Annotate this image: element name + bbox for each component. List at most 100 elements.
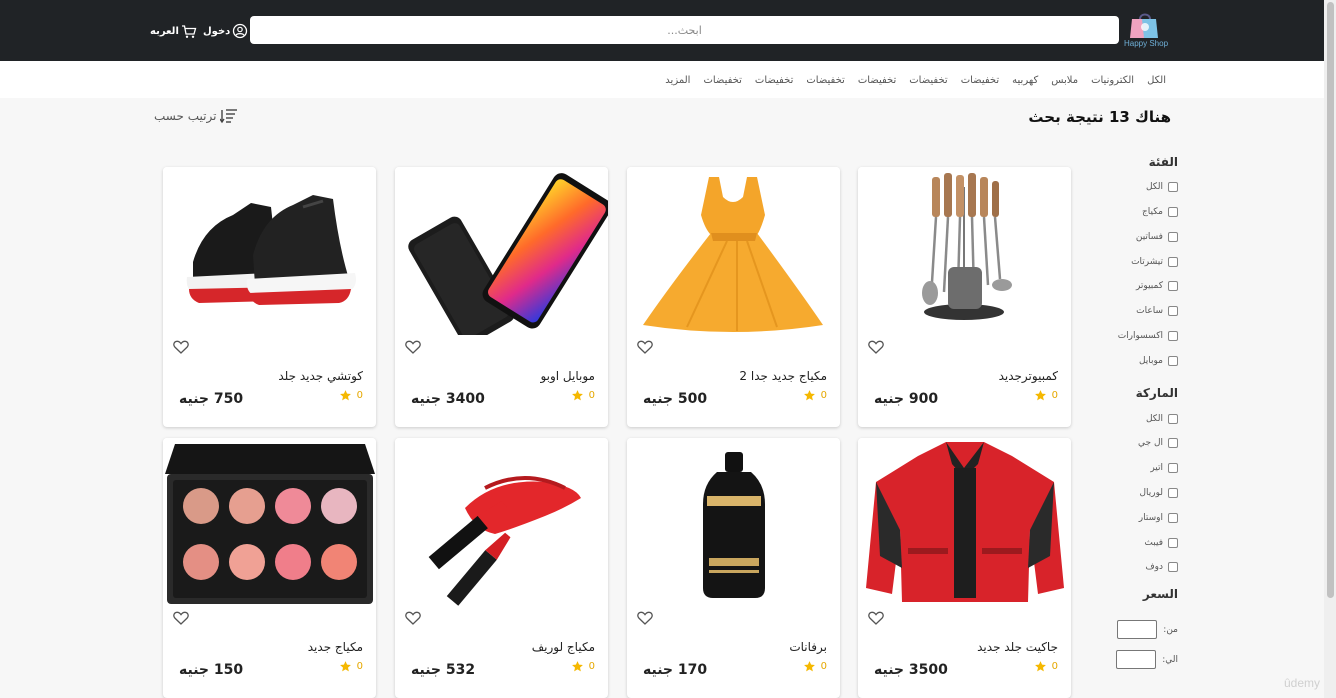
brand-option[interactable]: الكل xyxy=(1146,414,1178,424)
nav-item-more[interactable]: المزيد xyxy=(665,75,690,86)
product-image[interactable] xyxy=(163,167,376,335)
category-option[interactable]: الكل xyxy=(1146,182,1178,192)
heart-icon[interactable] xyxy=(868,611,884,625)
heart-icon[interactable] xyxy=(637,611,653,625)
nav-item-sales[interactable]: تخفيضات xyxy=(961,75,999,86)
price-filter-title: السعر xyxy=(1142,587,1178,601)
option-label: كمبيوتر xyxy=(1135,281,1163,291)
heart-icon[interactable] xyxy=(173,340,189,354)
product-name[interactable]: مكياج لوريف xyxy=(532,640,595,654)
nav-item-sales[interactable]: تخفيضات xyxy=(755,75,793,86)
product-image[interactable] xyxy=(858,438,1071,606)
checkbox[interactable] xyxy=(1168,207,1178,217)
product-image[interactable] xyxy=(395,438,608,606)
option-label: اكسسوارات xyxy=(1117,331,1163,341)
checkbox[interactable] xyxy=(1168,414,1178,424)
product-card[interactable]: كمبيوترجديد 0 900 جنيه xyxy=(858,167,1071,427)
checkbox[interactable] xyxy=(1168,257,1178,267)
nav-item-clothes[interactable]: ملابس xyxy=(1051,75,1078,86)
brand-option[interactable]: ال جي xyxy=(1138,438,1178,448)
category-option[interactable]: مكياج xyxy=(1142,207,1178,217)
nav-item-electronics[interactable]: الكترونيات xyxy=(1091,75,1134,86)
rating: 0 xyxy=(1034,389,1058,402)
star-icon xyxy=(571,390,583,401)
scrollbar-thumb[interactable] xyxy=(1327,2,1334,598)
product-card[interactable]: كوتشي جديد جلد 0 750 جنيه xyxy=(163,167,376,427)
search-input[interactable] xyxy=(250,16,1119,44)
product-name[interactable]: جاكيت جلد جديد xyxy=(977,640,1058,654)
heart-icon[interactable] xyxy=(405,611,421,625)
nav-item-sales[interactable]: تخفيضات xyxy=(858,75,896,86)
product-name[interactable]: مكياج جديد xyxy=(308,640,363,654)
shopping-bag-logo-icon xyxy=(1130,13,1158,38)
option-label: الكل xyxy=(1145,414,1163,424)
product-image[interactable] xyxy=(627,167,840,335)
product-card[interactable]: موبايل اوبو 0 3400 جنيه xyxy=(395,167,608,427)
rating: 0 xyxy=(339,389,363,402)
category-option[interactable]: ساعات xyxy=(1136,306,1178,316)
nav-item-sales[interactable]: تخفيضات xyxy=(909,75,947,86)
brand-option[interactable]: اتير xyxy=(1150,463,1178,473)
checkbox[interactable] xyxy=(1168,488,1178,498)
category-option[interactable]: فساتين xyxy=(1136,232,1178,242)
checkbox[interactable] xyxy=(1168,562,1178,572)
star-icon xyxy=(803,661,815,672)
nav-item-sales[interactable]: تخفيضات xyxy=(806,75,844,86)
category-option[interactable]: تيشرتات xyxy=(1131,257,1178,267)
sort-icon xyxy=(220,109,238,124)
product-card[interactable]: مكياج جديد جدا 2 0 500 جنيه xyxy=(627,167,840,427)
category-option[interactable]: اكسسوارات xyxy=(1118,331,1178,341)
checkbox[interactable] xyxy=(1168,306,1178,316)
category-option[interactable]: كمبيوتر xyxy=(1136,281,1178,291)
rating: 0 xyxy=(339,660,363,673)
checkbox[interactable] xyxy=(1168,538,1178,548)
checkbox[interactable] xyxy=(1168,463,1178,473)
product-image[interactable] xyxy=(858,167,1071,335)
cart-language-button[interactable]: العربه xyxy=(150,22,197,40)
product-image[interactable] xyxy=(627,438,840,606)
product-card[interactable]: جاكيت جلد جديد 0 3500 جنيه xyxy=(858,438,1071,698)
price-to-row: الي: xyxy=(1116,650,1178,669)
nav-item-all[interactable]: الكل xyxy=(1147,75,1166,86)
checkbox[interactable] xyxy=(1168,182,1178,192)
heart-icon[interactable] xyxy=(637,340,653,354)
checkbox[interactable] xyxy=(1168,438,1178,448)
logo[interactable]: Happy Shop xyxy=(1124,11,1168,49)
product-card[interactable]: مكياج لوريف 0 532 جنيه xyxy=(395,438,608,698)
option-label: موبايل xyxy=(1138,356,1163,366)
product-name[interactable]: برفانات xyxy=(789,640,827,654)
heart-icon[interactable] xyxy=(173,611,189,625)
product-name[interactable]: مكياج جديد جدا 2 xyxy=(739,369,827,383)
product-name[interactable]: موبايل اوبو xyxy=(540,369,595,383)
product-image[interactable] xyxy=(163,438,376,606)
brand-option[interactable]: فيبث xyxy=(1144,538,1178,548)
option-label: الكل xyxy=(1145,182,1163,192)
nav-item-electrical[interactable]: كهربيه xyxy=(1012,75,1038,86)
sort-button[interactable]: ترتيب حسب xyxy=(154,108,238,124)
category-option[interactable]: موبايل xyxy=(1139,356,1178,366)
brand-option[interactable]: دوف xyxy=(1145,562,1178,572)
checkbox[interactable] xyxy=(1168,281,1178,291)
login-label: دخول xyxy=(203,25,231,37)
checkbox[interactable] xyxy=(1168,356,1178,366)
option-label: ال جي xyxy=(1138,438,1163,448)
option-label: ساعات xyxy=(1136,306,1163,316)
rating: 0 xyxy=(571,389,595,402)
product-card[interactable]: برفانات 0 170 جنيه xyxy=(627,438,840,698)
checkbox[interactable] xyxy=(1168,513,1178,523)
product-image[interactable] xyxy=(395,167,608,335)
price-to-input[interactable] xyxy=(1116,650,1157,669)
product-name[interactable]: كمبيوترجديد xyxy=(999,369,1058,383)
login-button[interactable]: دخول xyxy=(203,22,248,40)
product-name[interactable]: كوتشي جديد جلد xyxy=(278,369,363,383)
brand-option[interactable]: لوريال xyxy=(1139,488,1178,498)
brand-option[interactable]: اوستار xyxy=(1139,513,1178,523)
heart-icon[interactable] xyxy=(405,340,421,354)
price-from-input[interactable] xyxy=(1117,620,1158,639)
product-card[interactable]: مكياج جديد 0 150 جنيه xyxy=(163,438,376,698)
sort-label: ترتيب حسب xyxy=(154,109,217,123)
nav-item-sales[interactable]: تخفيضات xyxy=(703,75,741,86)
heart-icon[interactable] xyxy=(868,340,884,354)
checkbox[interactable] xyxy=(1168,232,1178,242)
checkbox[interactable] xyxy=(1168,331,1178,341)
